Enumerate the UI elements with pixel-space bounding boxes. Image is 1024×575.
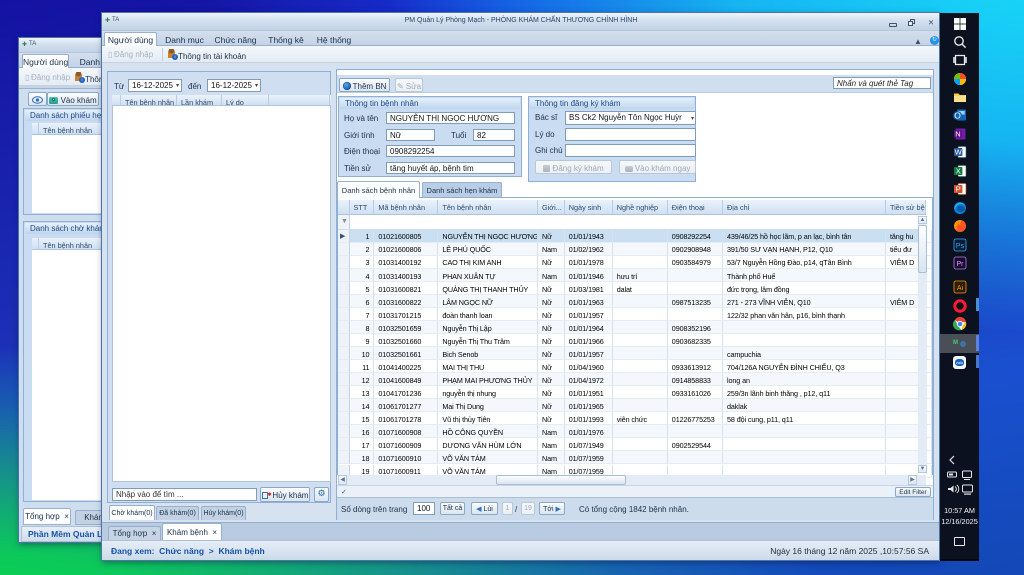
svg-text:W: W <box>954 147 962 156</box>
svg-text:Ps: Ps <box>955 242 964 249</box>
svg-text:P: P <box>955 184 960 193</box>
svg-text:X: X <box>955 166 960 175</box>
svg-text:Ai: Ai <box>956 285 963 292</box>
svg-text:Pr: Pr <box>956 261 964 268</box>
svg-text:O: O <box>954 111 961 121</box>
svg-text:N: N <box>955 129 960 138</box>
